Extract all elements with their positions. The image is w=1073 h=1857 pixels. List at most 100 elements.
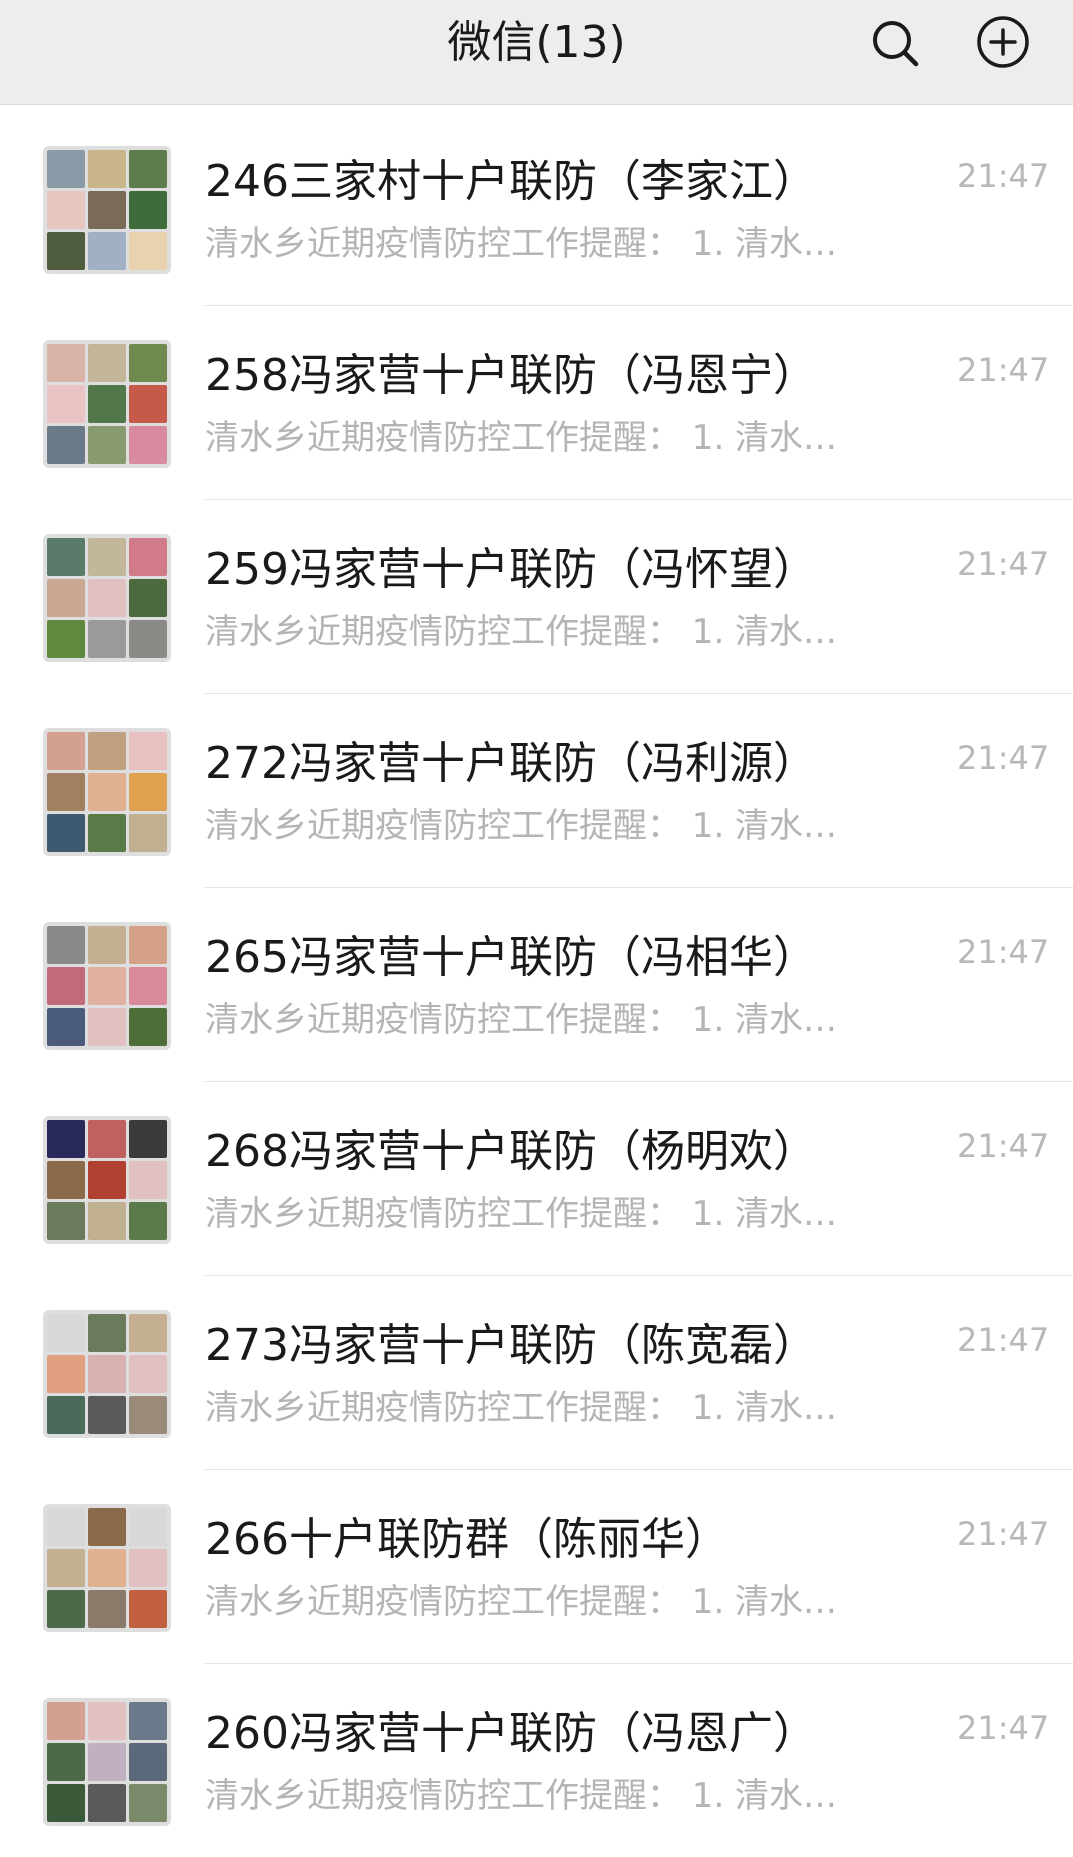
avatar-tile: [129, 967, 167, 1005]
avatar-tile: [47, 967, 85, 1005]
chat-list-item[interactable]: 259冯家营十户联防（冯怀望） 清水乡近期疫情防控工作提醒： 1. 清水… 21…: [0, 500, 1073, 694]
avatar-tile: [47, 1161, 85, 1199]
avatar-tile: [129, 814, 167, 852]
avatar-tile: [88, 814, 126, 852]
chat-preview: 清水乡近期疫情防控工作提醒： 1. 清水…: [205, 612, 838, 652]
chat-list: 246三家村十户联防（李家江） 清水乡近期疫情防控工作提醒： 1. 清水… 21…: [0, 112, 1073, 1857]
chat-preview: 清水乡近期疫情防控工作提醒： 1. 清水…: [205, 1388, 838, 1428]
avatar-tile: [129, 538, 167, 576]
chat-list-item[interactable]: 260冯家营十户联防（冯恩广） 清水乡近期疫情防控工作提醒： 1. 清水… 21…: [0, 1664, 1073, 1857]
avatar-tile: [47, 1314, 85, 1352]
chat-preview: 清水乡近期疫情防控工作提醒： 1. 清水…: [205, 1194, 838, 1234]
search-icon[interactable]: [864, 12, 928, 76]
avatar-tile: [129, 926, 167, 964]
avatar-tile: [129, 1784, 167, 1822]
chat-list-item[interactable]: 273冯家营十户联防（陈宽磊） 清水乡近期疫情防控工作提醒： 1. 清水… 21…: [0, 1276, 1073, 1470]
avatar-tile: [129, 1508, 167, 1546]
avatar-tile: [47, 926, 85, 964]
chat-name: 265冯家营十户联防（冯相华）: [205, 932, 817, 983]
chat-time: 21:47: [957, 157, 1050, 195]
group-avatar: [43, 1504, 171, 1632]
chat-time: 21:47: [957, 1709, 1050, 1747]
group-avatar: [43, 340, 171, 468]
group-avatar: [43, 922, 171, 1050]
chat-time: 21:47: [957, 1515, 1050, 1553]
avatar-tile: [88, 344, 126, 382]
avatar-tile: [88, 1508, 126, 1546]
chat-name: 246三家村十户联防（李家江）: [205, 156, 817, 207]
avatar-tile: [88, 620, 126, 658]
avatar-tile: [129, 1314, 167, 1352]
chat-name: 268冯家营十户联防（杨明欢）: [205, 1126, 817, 1177]
chat-list-item[interactable]: 268冯家营十户联防（杨明欢） 清水乡近期疫情防控工作提醒： 1. 清水… 21…: [0, 1082, 1073, 1276]
group-avatar: [43, 1310, 171, 1438]
avatar-tile: [47, 344, 85, 382]
chat-list-item[interactable]: 272冯家营十户联防（冯利源） 清水乡近期疫情防控工作提醒： 1. 清水… 21…: [0, 694, 1073, 888]
avatar-tile: [129, 1396, 167, 1434]
avatar-tile: [47, 1549, 85, 1587]
avatar-tile: [129, 1549, 167, 1587]
avatar-tile: [129, 150, 167, 188]
chat-list-item[interactable]: 258冯家营十户联防（冯恩宁） 清水乡近期疫情防控工作提醒： 1. 清水… 21…: [0, 306, 1073, 500]
chat-name: 258冯家营十户联防（冯恩宁）: [205, 350, 817, 401]
avatar-tile: [47, 191, 85, 229]
chat-name: 272冯家营十户联防（冯利源）: [205, 738, 817, 789]
chat-time: 21:47: [957, 1127, 1050, 1165]
avatar-tile: [88, 426, 126, 464]
chat-preview: 清水乡近期疫情防控工作提醒： 1. 清水…: [205, 224, 838, 264]
chat-name: 266十户联防群（陈丽华）: [205, 1514, 729, 1565]
avatar-tile: [129, 1590, 167, 1628]
avatar-tile: [129, 732, 167, 770]
avatar-tile: [88, 579, 126, 617]
avatar-tile: [47, 1743, 85, 1781]
top-bar: 微信(13): [0, 0, 1073, 105]
chat-preview: 清水乡近期疫情防控工作提醒： 1. 清水…: [205, 418, 838, 458]
avatar-tile: [88, 385, 126, 423]
avatar-tile: [47, 150, 85, 188]
avatar-tile: [47, 773, 85, 811]
chat-preview: 清水乡近期疫情防控工作提醒： 1. 清水…: [205, 1582, 838, 1622]
avatar-tile: [88, 1202, 126, 1240]
avatar-tile: [47, 1784, 85, 1822]
avatar-tile: [88, 1120, 126, 1158]
avatar-tile: [129, 579, 167, 617]
chat-preview: 清水乡近期疫情防控工作提醒： 1. 清水…: [205, 806, 838, 846]
avatar-tile: [47, 1590, 85, 1628]
avatar-tile: [129, 1008, 167, 1046]
chat-preview: 清水乡近期疫情防控工作提醒： 1. 清水…: [205, 1776, 838, 1816]
avatar-tile: [129, 1355, 167, 1393]
avatar-tile: [129, 191, 167, 229]
avatar-tile: [88, 150, 126, 188]
chat-time: 21:47: [957, 351, 1050, 389]
avatar-tile: [88, 1314, 126, 1352]
avatar-tile: [88, 1161, 126, 1199]
avatar-tile: [129, 1702, 167, 1740]
avatar-tile: [47, 579, 85, 617]
group-avatar: [43, 1116, 171, 1244]
chat-list-item[interactable]: 246三家村十户联防（李家江） 清水乡近期疫情防控工作提醒： 1. 清水… 21…: [0, 112, 1073, 306]
avatar-tile: [129, 773, 167, 811]
chat-time: 21:47: [957, 933, 1050, 971]
avatar-tile: [88, 1396, 126, 1434]
chat-time: 21:47: [957, 545, 1050, 583]
chat-list-item[interactable]: 265冯家营十户联防（冯相华） 清水乡近期疫情防控工作提醒： 1. 清水… 21…: [0, 888, 1073, 1082]
avatar-tile: [47, 538, 85, 576]
avatar-tile: [88, 1355, 126, 1393]
avatar-tile: [88, 1549, 126, 1587]
chat-time: 21:47: [957, 1321, 1050, 1359]
avatar-tile: [47, 732, 85, 770]
avatar-tile: [88, 773, 126, 811]
avatar-tile: [47, 1508, 85, 1546]
chat-list-item[interactable]: 266十户联防群（陈丽华） 清水乡近期疫情防控工作提醒： 1. 清水… 21:4…: [0, 1470, 1073, 1664]
chat-name: 260冯家营十户联防（冯恩广）: [205, 1708, 817, 1759]
avatar-tile: [129, 426, 167, 464]
avatar-tile: [88, 1702, 126, 1740]
avatar-tile: [88, 538, 126, 576]
chat-name: 259冯家营十户联防（冯怀望）: [205, 544, 817, 595]
avatar-tile: [47, 1202, 85, 1240]
avatar-tile: [88, 191, 126, 229]
avatar-tile: [88, 1743, 126, 1781]
plus-circle-icon[interactable]: [971, 12, 1035, 76]
avatar-tile: [47, 1396, 85, 1434]
avatar-tile: [47, 385, 85, 423]
